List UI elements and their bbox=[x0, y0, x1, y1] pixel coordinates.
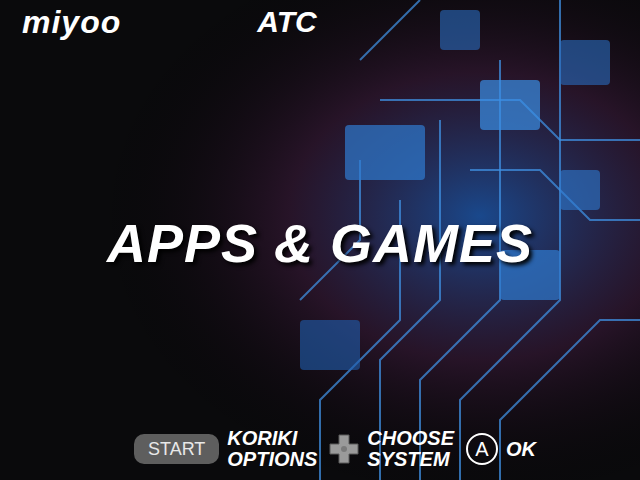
title: APPS & GAMES bbox=[107, 203, 533, 284]
hint-label: CHOOSESYSTEM bbox=[367, 428, 454, 470]
miyoo-logo: miyoo bbox=[22, 6, 121, 38]
a-button[interactable]: A bbox=[466, 433, 498, 465]
header: miyoo ATC bbox=[0, 0, 640, 38]
dpad-icon bbox=[329, 434, 359, 464]
start-button[interactable]: START bbox=[134, 434, 219, 464]
atc-badge: ATC bbox=[257, 7, 316, 37]
button-hint: A OK bbox=[466, 433, 536, 465]
button-bar: START KORIKIOPTIONS CHOOSESYSTEM A OK bbox=[0, 428, 640, 480]
hint-label: KORIKIOPTIONS bbox=[227, 428, 317, 470]
screen: miyoo ATC APPS & GAMES START KORIKIOPTIONS CH… bbox=[0, 0, 640, 480]
button-hint: START KORIKIOPTIONS bbox=[134, 428, 317, 470]
hint-label: OK bbox=[506, 439, 536, 460]
button-hint: CHOOSESYSTEM bbox=[329, 428, 454, 470]
